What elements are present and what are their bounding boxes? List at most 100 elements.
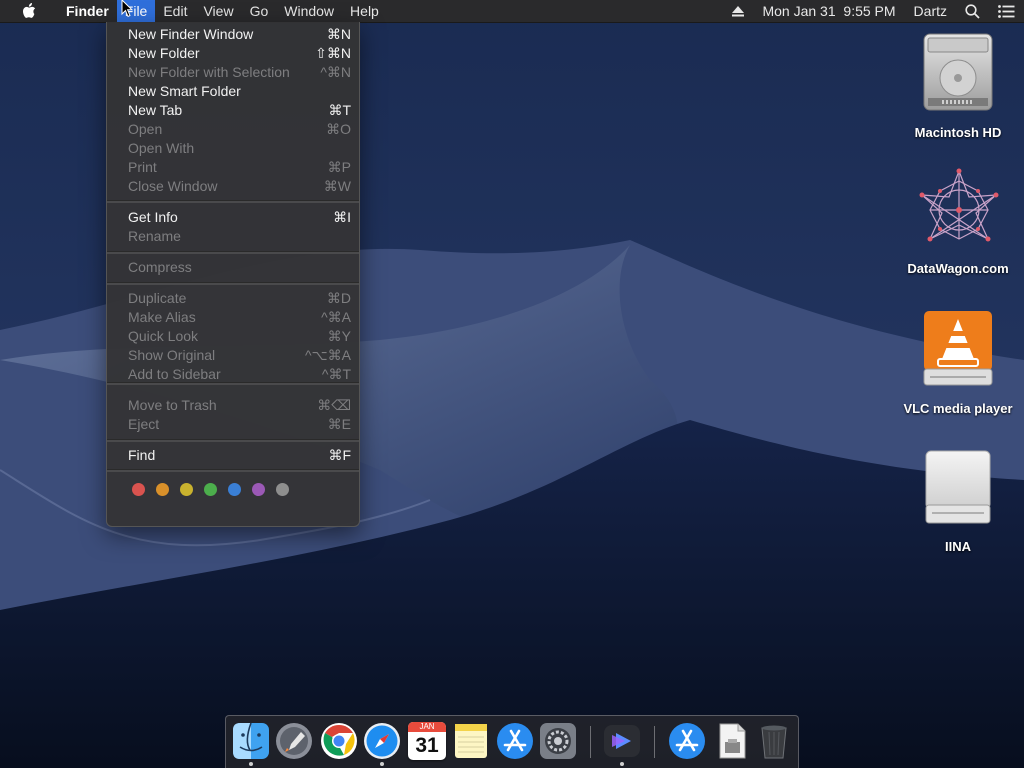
notes-icon[interactable]: [452, 722, 490, 760]
chrome-icon[interactable]: [320, 722, 358, 760]
menu-item-label: Duplicate: [128, 290, 187, 306]
menu-item-label: New Smart Folder: [128, 83, 241, 99]
vlc-disk-icon: [923, 311, 993, 386]
running-indicator: [380, 762, 384, 766]
network-star-icon: [919, 168, 999, 242]
file-menu-dropdown: New Finder Window ⌘N New Folder ⇧⌘N New Fold…: [106, 22, 360, 527]
menu-item-shortcut: ^⌘N: [320, 64, 351, 80]
desktop-icon-label: IINA: [945, 539, 971, 554]
tag-yellow-button[interactable]: [180, 483, 193, 496]
menu-window[interactable]: Window: [276, 0, 342, 22]
menu-item-label: New Finder Window: [128, 26, 254, 42]
applications-folder-icon[interactable]: [668, 722, 706, 760]
menu-item-label: Make Alias: [128, 309, 196, 325]
apple-menu-icon[interactable]: [0, 0, 58, 22]
desktop-icon-macintosh-hd[interactable]: Macintosh HD: [898, 30, 1018, 145]
search-icon[interactable]: [956, 0, 989, 22]
menu-item-label: Compress: [128, 259, 192, 275]
system-preferences-icon[interactable]: [539, 722, 577, 760]
menubar-clock[interactable]: Mon Jan 31 9:55 PM: [753, 0, 904, 22]
tag-gray-button[interactable]: [276, 483, 289, 496]
menu-item-label: New Tab: [128, 102, 183, 118]
menu-item-new-folder-with-selection: New Folder with Selection ^⌘N: [107, 63, 359, 82]
trash-icon[interactable]: [755, 722, 793, 760]
menu-item-open-with: Open With: [107, 139, 359, 158]
dock-separator: [654, 726, 655, 758]
desktop-icon-iina[interactable]: IINA: [898, 445, 1018, 560]
menu-item-shortcut: ⌘D: [326, 290, 351, 306]
calendar-month: JAN: [408, 722, 446, 732]
dock: JAN 31: [225, 715, 799, 768]
calendar-day: 31: [415, 734, 439, 757]
menu-item-label: Open With: [128, 140, 195, 156]
menu-item-get-info[interactable]: Get Info ⌘I: [107, 208, 359, 227]
running-indicator: [249, 762, 253, 766]
menu-app-name[interactable]: Finder: [58, 0, 117, 22]
menu-item-move-to-trash: Move to Trash ⌘⌫: [107, 396, 359, 415]
menu-item-label: Close Window: [128, 178, 218, 194]
menu-separator: [107, 282, 359, 285]
menu-item-shortcut: ^⌥⌘A: [304, 347, 351, 363]
calendar-icon[interactable]: JAN 31: [408, 722, 446, 760]
tag-purple-button[interactable]: [252, 483, 265, 496]
menu-separator: [107, 469, 359, 472]
safari-icon[interactable]: [363, 722, 401, 760]
menu-item-new-tab[interactable]: New Tab ⌘T: [107, 101, 359, 120]
menubar-user[interactable]: Dartz: [905, 0, 956, 22]
menu-item-label: Rename: [128, 228, 181, 244]
desktop-icon-label: DataWagon.com: [907, 261, 1009, 276]
menu-item-rename: Rename: [107, 227, 359, 246]
desktop-icon-vlc[interactable]: VLC media player: [898, 305, 1018, 420]
menu-view[interactable]: View: [195, 0, 241, 22]
launchpad-icon[interactable]: [275, 722, 313, 760]
menu-item-compress: Compress: [107, 258, 359, 277]
menu-item-quick-look: Quick Look ⌘Y: [107, 327, 359, 346]
desktop-icon-label: Macintosh HD: [914, 125, 1002, 140]
tag-red-button[interactable]: [132, 483, 145, 496]
menu-item-label: Show Original: [128, 347, 216, 363]
menu-item-shortcut: ⌘⌫: [317, 397, 351, 413]
document-stack-icon[interactable]: [713, 722, 751, 760]
menu-item-label: New Folder: [128, 45, 200, 61]
menu-item-find[interactable]: Find ⌘F: [107, 446, 359, 465]
menu-item-label: Print: [128, 159, 157, 175]
menu-edit[interactable]: Edit: [155, 0, 195, 22]
menu-item-shortcut: ⌘W: [323, 178, 351, 194]
notification-center-icon[interactable]: [989, 0, 1024, 22]
menu-item-label: Eject: [128, 416, 160, 432]
eject-icon[interactable]: [723, 0, 753, 22]
menu-item-new-folder[interactable]: New Folder ⇧⌘N: [107, 44, 359, 63]
menu-item-new-finder-window[interactable]: New Finder Window ⌘N: [107, 25, 359, 44]
menu-item-eject: Eject ⌘E: [107, 415, 359, 434]
app-store-icon[interactable]: [496, 722, 534, 760]
iina-icon[interactable]: [603, 722, 641, 760]
external-drive-icon: [925, 450, 991, 524]
menu-item-shortcut: ⇧⌘N: [315, 45, 351, 61]
menu-item-shortcut: ⌘N: [326, 26, 351, 42]
menu-item-label: Quick Look: [128, 328, 199, 344]
menu-item-make-alias: Make Alias ^⌘A: [107, 308, 359, 327]
menu-item-open: Open ⌘O: [107, 120, 359, 139]
tag-blue-button[interactable]: [228, 483, 241, 496]
desktop-icon-datawagon[interactable]: DataWagon.com: [898, 165, 1018, 280]
menu-item-label: Get Info: [128, 209, 178, 225]
menu-item-shortcut: ⌘O: [326, 121, 351, 137]
menu-item-print: Print ⌘P: [107, 158, 359, 177]
menu-item-shortcut: ⌘E: [327, 416, 351, 432]
dock-separator: [590, 726, 591, 758]
tag-green-button[interactable]: [204, 483, 217, 496]
menu-item-label: New Folder with Selection: [128, 64, 290, 80]
menu-go[interactable]: Go: [242, 0, 277, 22]
menu-separator: [107, 439, 359, 442]
menu-item-shortcut: ^⌘A: [321, 309, 351, 325]
desktop-icon-label: VLC media player: [903, 401, 1013, 416]
hard-drive-icon: [923, 33, 993, 111]
menu-item-label: Find: [128, 447, 156, 463]
menu-separator: [107, 200, 359, 203]
tag-orange-button[interactable]: [156, 483, 169, 496]
menu-separator: [107, 251, 359, 254]
menu-help[interactable]: Help: [342, 0, 387, 22]
mouse-cursor-icon: [121, 0, 133, 18]
finder-icon[interactable]: [232, 722, 270, 760]
menu-item-new-smart-folder[interactable]: New Smart Folder: [107, 82, 359, 101]
